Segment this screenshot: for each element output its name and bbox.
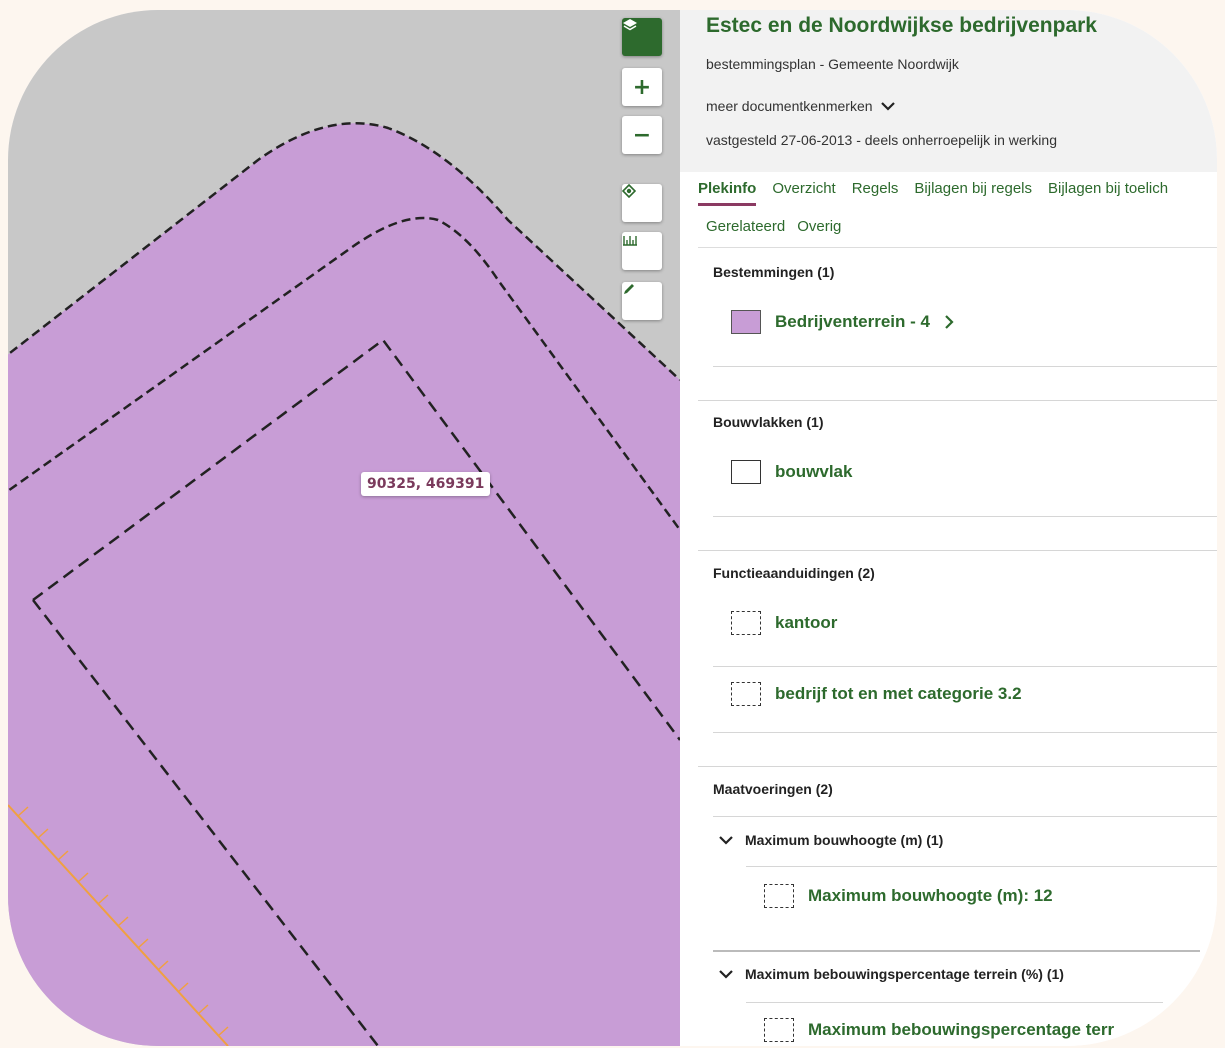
outline-swatch-icon	[731, 460, 761, 484]
dashed-swatch-icon	[731, 682, 761, 706]
maatvoering-group-bouwhoogte: Maximum bouwhoogte (m) (1)	[713, 832, 1217, 848]
document-header: Estec en de Noordwijkse bedrijvenpark be…	[680, 10, 1217, 172]
group-title: Maximum bouwhoogte (m) (1)	[745, 832, 944, 848]
document-status: vastgesteld 27-06-2013 - deels onherroep…	[706, 132, 1057, 148]
bouwvlak-item[interactable]: bouwvlak	[731, 460, 1217, 484]
group-toggle[interactable]: Maximum bouwhoogte (m) (1)	[719, 832, 1217, 848]
chevron-down-icon	[719, 970, 733, 979]
maatvoering-item-bebouwingspercentage: Maximum bebouwingspercentage terr	[764, 1018, 1217, 1042]
section-bouwvlakken: Bouwvlakken (1) bouwvlak	[713, 414, 1217, 484]
maatvoering-group-bebouwingspercentage: Maximum bebouwingspercentage terrein (%)…	[713, 966, 1217, 982]
section-maatvoeringen: Maatvoeringen (2)	[713, 781, 1217, 797]
functieaanduiding-label: kantoor	[775, 613, 838, 632]
map-view[interactable]: 90325, 469391 + −	[8, 10, 680, 1046]
bestemming-label: Bedrijventerrein - 4	[775, 312, 930, 331]
document-subtitle: bestemmingsplan - Gemeente Noordwijk	[706, 56, 959, 72]
purple-swatch-icon	[731, 310, 761, 334]
group-title: Maximum bebouwingspercentage terrein (%)…	[745, 966, 1064, 982]
plus-icon: +	[632, 74, 652, 100]
section-title: Functieaanduidingen (2)	[713, 565, 875, 581]
chevron-down-icon	[719, 836, 733, 845]
chevron-right-icon	[945, 315, 954, 329]
minus-icon: −	[632, 122, 652, 148]
zoom-in-button[interactable]: +	[622, 68, 662, 106]
divider	[746, 1002, 1163, 1003]
tab-bijlagen-bij-regels[interactable]: Bijlagen bij regels	[914, 180, 1032, 203]
bestemming-item[interactable]: Bedrijventerrein - 4	[731, 310, 1217, 334]
divider	[713, 816, 1217, 817]
maatvoering-item[interactable]: Maximum bebouwingspercentage terr	[764, 1018, 1217, 1042]
map-pin-icon	[10, 11, 24, 35]
section-bestemmingen: Bestemmingen (1) Bedrijventerrein - 4	[713, 264, 1217, 334]
zoom-out-button[interactable]: −	[622, 116, 662, 154]
divider	[713, 366, 1217, 367]
tab-overig[interactable]: Overig	[797, 218, 841, 241]
tab-plekinfo[interactable]: Plekinfo	[698, 180, 757, 206]
divider	[713, 666, 1217, 667]
locate-button[interactable]	[622, 184, 662, 222]
pencil-icon	[624, 284, 634, 294]
section-title: Bouwvlakken (1)	[713, 414, 824, 430]
bouwvlak-label: bouwvlak	[775, 462, 853, 481]
document-title: Estec en de Noordwijkse bedrijvenpark	[706, 14, 1097, 37]
locate-icon	[622, 184, 636, 198]
tab-bar: Plekinfo Overzicht Regels Bijlagen bij r…	[698, 180, 1217, 241]
divider	[698, 766, 1217, 767]
divider	[713, 516, 1217, 517]
tab-bijlagen-bij-toelichting[interactable]: Bijlagen bij toelich	[1048, 180, 1168, 203]
divider	[698, 400, 1217, 401]
dashed-swatch-icon	[731, 611, 761, 635]
group-toggle[interactable]: Maximum bebouwingspercentage terrein (%)…	[719, 966, 1217, 982]
screenshot-frame: 90325, 469391 + − Estec en de Noordwijks…	[8, 10, 1217, 1046]
tab-regels[interactable]: Regels	[852, 180, 899, 203]
draw-button[interactable]	[622, 282, 662, 320]
info-panel: Estec en de Noordwijkse bedrijvenpark be…	[680, 10, 1217, 1046]
divider	[713, 950, 1200, 952]
dashed-swatch-icon	[764, 1018, 794, 1042]
layers-button[interactable]	[622, 18, 662, 56]
section-functieaanduidingen-2: bedrijf tot en met categorie 3.2	[713, 682, 1217, 706]
section-title: Maatvoeringen (2)	[713, 781, 833, 797]
tab-overzicht[interactable]: Overzicht	[772, 180, 835, 203]
functieaanduiding-item[interactable]: kantoor	[731, 611, 1217, 635]
tab-gerelateerd[interactable]: Gerelateerd	[706, 218, 785, 241]
measure-button[interactable]	[622, 232, 662, 270]
map-canvas[interactable]	[8, 10, 680, 1046]
functieaanduiding-item[interactable]: bedrijf tot en met categorie 3.2	[731, 682, 1217, 706]
functieaanduiding-label: bedrijf tot en met categorie 3.2	[775, 684, 1022, 703]
divider	[713, 732, 1217, 733]
divider	[746, 866, 1217, 867]
maatvoering-label: Maximum bouwhoogte (m): 12	[808, 886, 1053, 905]
maatvoering-item[interactable]: Maximum bouwhoogte (m): 12	[764, 884, 1217, 908]
divider	[698, 550, 1217, 551]
maatvoering-item-bouwhoogte: Maximum bouwhoogte (m): 12	[764, 884, 1217, 908]
chevron-down-icon	[880, 102, 895, 111]
zone-bedrijventerrein	[8, 123, 680, 1046]
maatvoering-label: Maximum bebouwingspercentage terr	[808, 1020, 1115, 1039]
more-document-properties-toggle[interactable]: meer documentkenmerken	[706, 98, 895, 114]
tabs-divider	[698, 247, 1217, 248]
layers-icon	[623, 19, 637, 31]
dashed-swatch-icon	[764, 884, 794, 908]
ruler-icon	[623, 236, 637, 246]
coordinate-label: 90325, 469391	[361, 472, 491, 496]
section-functieaanduidingen: Functieaanduidingen (2) kantoor	[713, 565, 1217, 635]
section-title: Bestemmingen (1)	[713, 264, 835, 280]
more-document-properties-label: meer documentkenmerken	[706, 98, 873, 114]
